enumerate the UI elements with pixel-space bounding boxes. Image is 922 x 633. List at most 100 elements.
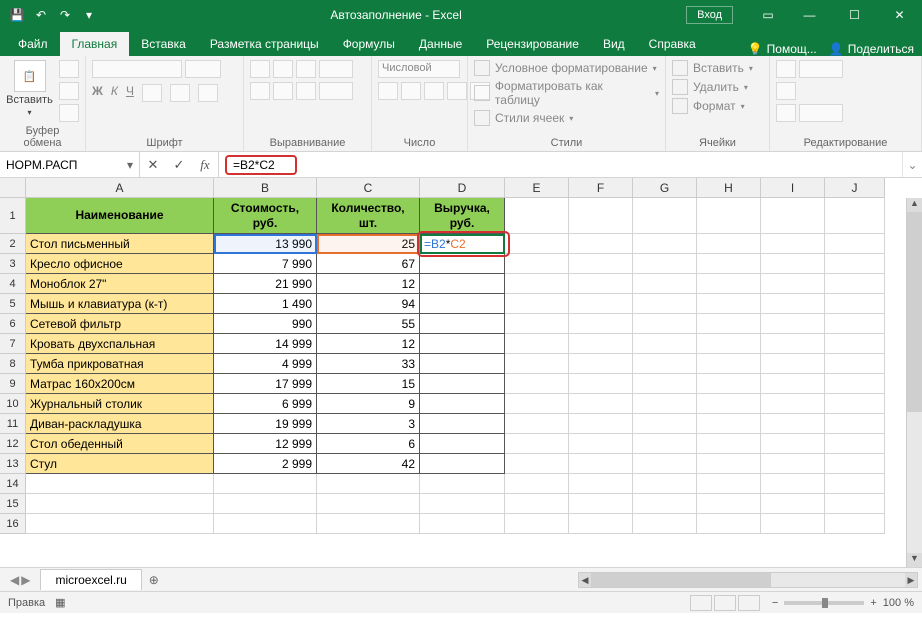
empty-cell[interactable]: [697, 254, 761, 274]
col-header[interactable]: D: [420, 178, 505, 198]
empty-cell[interactable]: [697, 454, 761, 474]
item-qty[interactable]: 67: [317, 254, 420, 274]
item-name[interactable]: Кровать двухспальная: [26, 334, 214, 354]
col-header[interactable]: C: [317, 178, 420, 198]
empty-cell[interactable]: [633, 334, 697, 354]
empty-cell[interactable]: [317, 494, 420, 514]
chevron-down-icon[interactable]: ▾: [127, 158, 133, 172]
item-revenue[interactable]: [420, 434, 505, 454]
table-header[interactable]: Выручка,руб.: [420, 198, 505, 234]
item-revenue[interactable]: [420, 334, 505, 354]
qat-customize-icon[interactable]: ▾: [78, 4, 100, 26]
sheet-nav-prev-icon[interactable]: ◀: [10, 573, 19, 587]
item-qty[interactable]: 25: [317, 234, 420, 254]
empty-cell[interactable]: [633, 198, 697, 234]
align-top-icon[interactable]: [250, 60, 270, 78]
empty-cell[interactable]: [505, 514, 569, 534]
item-cost[interactable]: 14 999: [214, 334, 317, 354]
tab-данные[interactable]: Данные: [407, 32, 474, 56]
empty-cell[interactable]: [825, 314, 885, 334]
save-icon[interactable]: 💾: [6, 4, 28, 26]
empty-cell[interactable]: [26, 494, 214, 514]
row-header[interactable]: 6: [0, 314, 26, 334]
col-header[interactable]: H: [697, 178, 761, 198]
empty-cell[interactable]: [569, 514, 633, 534]
item-name[interactable]: Диван-раскладушка: [26, 414, 214, 434]
col-header[interactable]: F: [569, 178, 633, 198]
empty-cell[interactable]: [825, 454, 885, 474]
empty-cell[interactable]: [214, 494, 317, 514]
empty-cell[interactable]: [505, 254, 569, 274]
fill-color-icon[interactable]: [170, 84, 190, 102]
item-qty[interactable]: 6: [317, 434, 420, 454]
empty-cell[interactable]: [633, 414, 697, 434]
empty-cell[interactable]: [761, 474, 825, 494]
empty-cell[interactable]: [761, 434, 825, 454]
empty-cell[interactable]: [214, 474, 317, 494]
dec-inc-icon[interactable]: [447, 82, 467, 100]
item-name[interactable]: Журнальный столик: [26, 394, 214, 414]
item-cost[interactable]: 12 999: [214, 434, 317, 454]
item-name[interactable]: Стол письменный: [26, 234, 214, 254]
sheet-nav-next-icon[interactable]: ▶: [21, 573, 30, 587]
expand-formula-bar-icon[interactable]: ⌄: [902, 152, 922, 177]
tab-формулы[interactable]: Формулы: [331, 32, 407, 56]
page-break-view-icon[interactable]: [738, 595, 760, 611]
empty-cell[interactable]: [761, 314, 825, 334]
empty-cell[interactable]: [697, 334, 761, 354]
scroll-up-icon[interactable]: ▲: [907, 198, 922, 212]
copy-icon[interactable]: [59, 82, 79, 100]
empty-cell[interactable]: [633, 354, 697, 374]
empty-cell[interactable]: [633, 374, 697, 394]
zoom-slider[interactable]: [784, 601, 864, 605]
empty-cell[interactable]: [825, 354, 885, 374]
empty-cell[interactable]: [505, 314, 569, 334]
tab-вставка[interactable]: Вставка: [129, 32, 198, 56]
empty-cell[interactable]: [505, 454, 569, 474]
empty-cell[interactable]: [761, 274, 825, 294]
empty-cell[interactable]: [569, 414, 633, 434]
tab-вид[interactable]: Вид: [591, 32, 637, 56]
autosum-icon[interactable]: [776, 60, 796, 78]
bold-button[interactable]: Ж: [92, 84, 103, 102]
item-qty[interactable]: 33: [317, 354, 420, 374]
empty-cell[interactable]: [825, 494, 885, 514]
col-header[interactable]: E: [505, 178, 569, 198]
row-header[interactable]: 2: [0, 234, 26, 254]
table-header[interactable]: Количество,шт.: [317, 198, 420, 234]
empty-cell[interactable]: [633, 454, 697, 474]
redo-icon[interactable]: ↷: [54, 4, 76, 26]
zoom-in-icon[interactable]: +: [870, 597, 876, 609]
currency-icon[interactable]: [378, 82, 398, 100]
empty-cell[interactable]: [761, 354, 825, 374]
item-cost[interactable]: 990: [214, 314, 317, 334]
cut-icon[interactable]: [59, 60, 79, 78]
empty-cell[interactable]: [569, 494, 633, 514]
empty-cell[interactable]: [505, 354, 569, 374]
empty-cell[interactable]: [505, 474, 569, 494]
maximize-icon[interactable]: ☐: [832, 0, 877, 30]
table-header[interactable]: Стоимость,руб.: [214, 198, 317, 234]
tab-файл[interactable]: Файл: [6, 32, 60, 56]
row-header[interactable]: 3: [0, 254, 26, 274]
item-qty[interactable]: 12: [317, 274, 420, 294]
vertical-scrollbar[interactable]: ▲ ▼: [906, 198, 922, 567]
hscroll-thumb[interactable]: [591, 573, 771, 587]
empty-cell[interactable]: [633, 294, 697, 314]
empty-cell[interactable]: [214, 514, 317, 534]
empty-cell[interactable]: [761, 454, 825, 474]
row-header[interactable]: 1: [0, 198, 26, 234]
empty-cell[interactable]: [505, 374, 569, 394]
align-left-icon[interactable]: [250, 82, 270, 100]
item-name[interactable]: Стол обеденный: [26, 434, 214, 454]
sheet-tab[interactable]: microexcel.ru: [40, 569, 141, 590]
row-header[interactable]: 16: [0, 514, 26, 534]
empty-cell[interactable]: [697, 354, 761, 374]
empty-cell[interactable]: [697, 514, 761, 534]
empty-cell[interactable]: [697, 494, 761, 514]
empty-cell[interactable]: [761, 334, 825, 354]
ribbon-options-icon[interactable]: ▭: [753, 8, 783, 22]
empty-cell[interactable]: [825, 334, 885, 354]
col-header[interactable]: A: [26, 178, 214, 198]
empty-cell[interactable]: [825, 234, 885, 254]
